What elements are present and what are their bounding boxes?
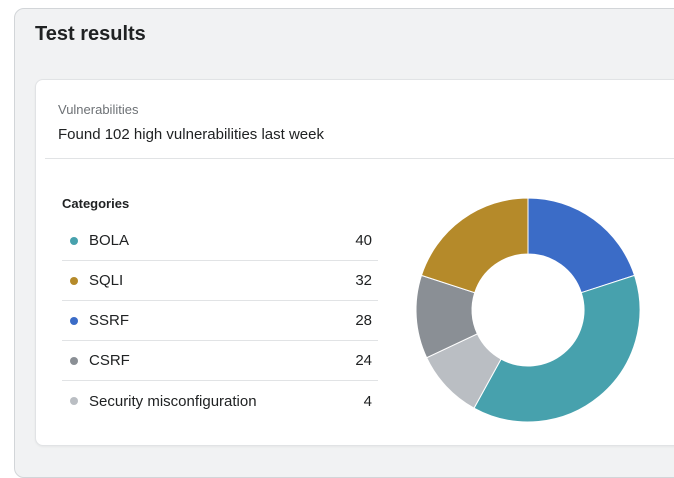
category-row-bola: BOLA 40 [62, 221, 378, 261]
categories-title: Categories [62, 196, 130, 211]
card-subheading: Vulnerabilities [58, 102, 139, 117]
test-results-panel: Test results Vulnerabilities Found 102 h… [14, 8, 674, 478]
category-label: BOLA [89, 232, 130, 249]
category-row-csrf: CSRF 24 [62, 341, 378, 381]
category-value: 4 [363, 392, 372, 410]
csrf-dot-icon [70, 356, 78, 365]
vulnerabilities-card: Vulnerabilities Found 102 high vulnerabi… [35, 79, 674, 446]
category-list: BOLA 40 SQLI 32 SSRF 28 CSRF 24 Security… [62, 221, 378, 421]
card-divider [45, 158, 674, 159]
category-label: SSRF [89, 312, 130, 329]
category-value: 28 [355, 312, 372, 329]
donut-slice-ssrf [527, 197, 636, 294]
sqli-dot-icon [70, 276, 78, 285]
category-row-ssrf: SSRF 28 [62, 301, 378, 341]
panel-title: Test results [35, 23, 146, 45]
security-misconfiguration-dot-icon [70, 397, 78, 405]
category-row-security-misconfiguration: Security misconfiguration 4 [62, 381, 378, 421]
vulnerabilities-donut-chart [415, 197, 641, 423]
category-label: Security misconfiguration [89, 392, 257, 410]
bola-dot-icon [70, 236, 78, 245]
category-row-sqli: SQLI 32 [62, 261, 378, 301]
ssrf-dot-icon [70, 316, 78, 325]
category-value: 32 [355, 272, 372, 289]
category-label: CSRF [89, 352, 130, 369]
category-value: 24 [355, 352, 372, 369]
category-label: SQLI [89, 272, 124, 289]
card-heading: Found 102 high vulnerabilities last week [58, 126, 324, 143]
donut-slice-sqli [420, 197, 529, 294]
donut-slice-bola [473, 274, 641, 423]
category-value: 40 [355, 232, 372, 249]
